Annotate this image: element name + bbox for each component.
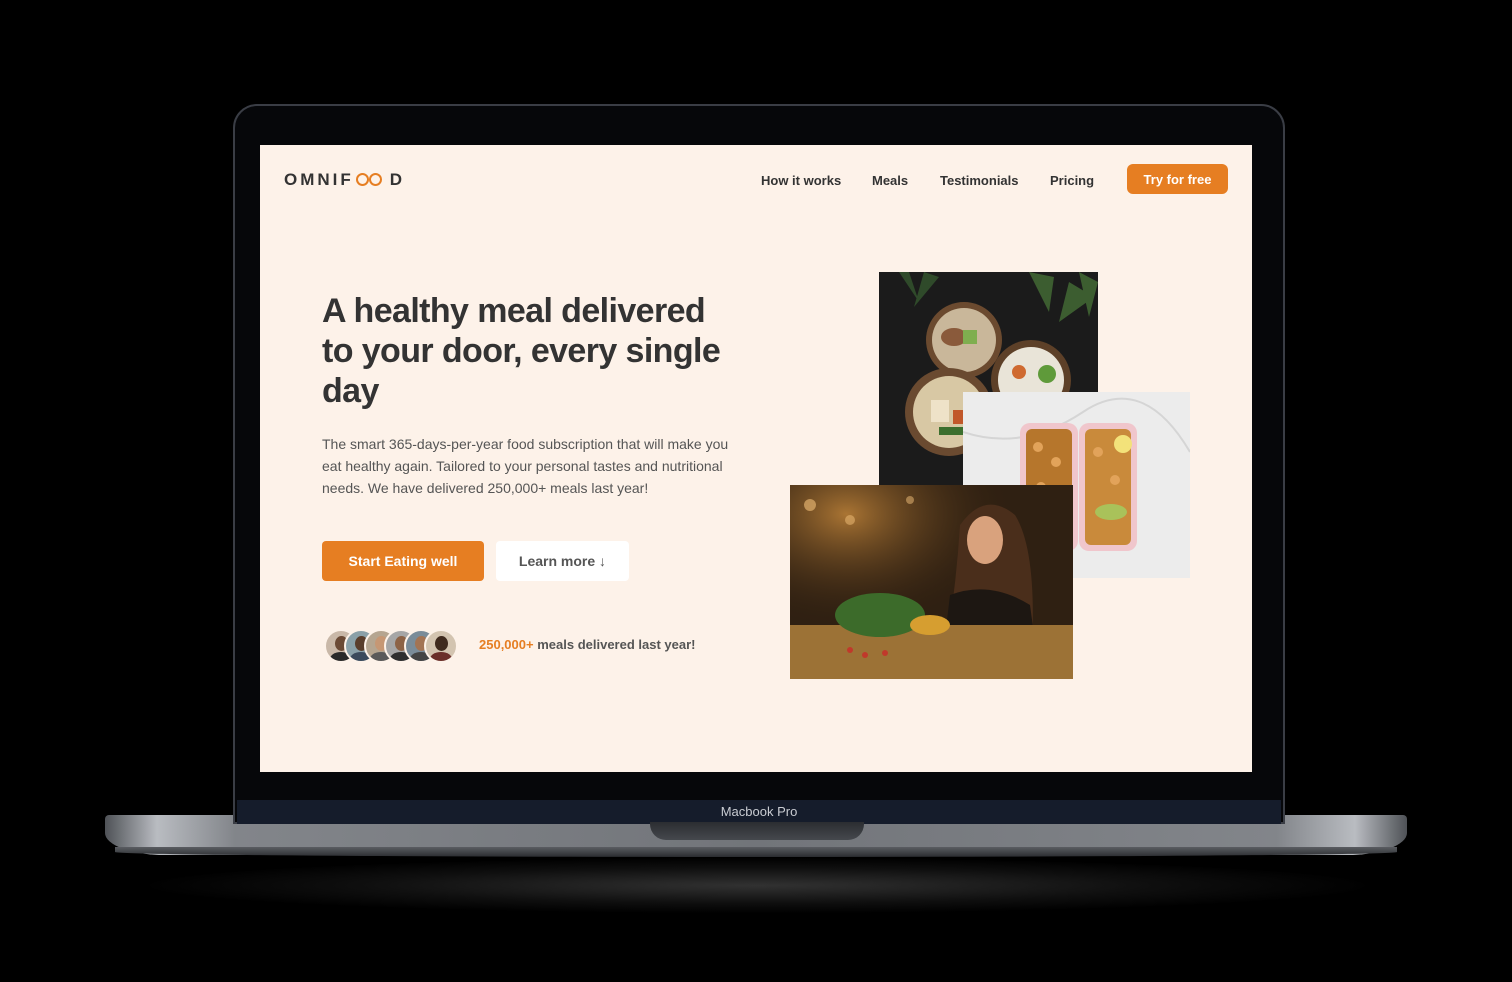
meals-delivered-stat: 250,000+ meals delivered last year! bbox=[479, 637, 695, 652]
nav-link-meals[interactable]: Meals bbox=[872, 173, 908, 188]
woman-eating-illustration bbox=[790, 485, 1073, 679]
hero-headline: A healthy meal delivered to your door, e… bbox=[322, 292, 721, 410]
nav-link-testimonials[interactable]: Testimonials bbox=[940, 173, 1019, 188]
meals-delivered-text: meals delivered last year! bbox=[537, 637, 696, 652]
hero-image-woman-eating bbox=[790, 485, 1073, 679]
learn-more-button[interactable]: Learn more ↓ bbox=[496, 541, 629, 581]
laptop-base-edge bbox=[115, 847, 1397, 857]
nav-link-how-it-works[interactable]: How it works bbox=[761, 173, 841, 188]
logo-text-right: D bbox=[389, 170, 406, 189]
try-for-free-button[interactable]: Try for free bbox=[1127, 164, 1228, 194]
start-eating-button[interactable]: Start Eating well bbox=[322, 541, 484, 581]
laptop-notch bbox=[650, 822, 864, 840]
infinity-logo-icon bbox=[355, 173, 387, 187]
device-label: Macbook Pro bbox=[720, 804, 798, 819]
hero-description: The smart 365-days-per-year food subscri… bbox=[322, 436, 729, 496]
meals-delivered-count: 250,000+ bbox=[479, 637, 534, 652]
avatar bbox=[424, 629, 458, 663]
laptop-chin: Macbook Pro bbox=[237, 800, 1281, 824]
logo-text-left: OMNIF bbox=[284, 170, 354, 189]
omnifood-logo[interactable]: OMNIF D bbox=[284, 170, 405, 190]
nav-link-pricing[interactable]: Pricing bbox=[1050, 173, 1094, 188]
laptop-shadow bbox=[150, 858, 1365, 913]
browser-viewport: OMNIF D How it works Meals Testimonials … bbox=[260, 145, 1252, 772]
